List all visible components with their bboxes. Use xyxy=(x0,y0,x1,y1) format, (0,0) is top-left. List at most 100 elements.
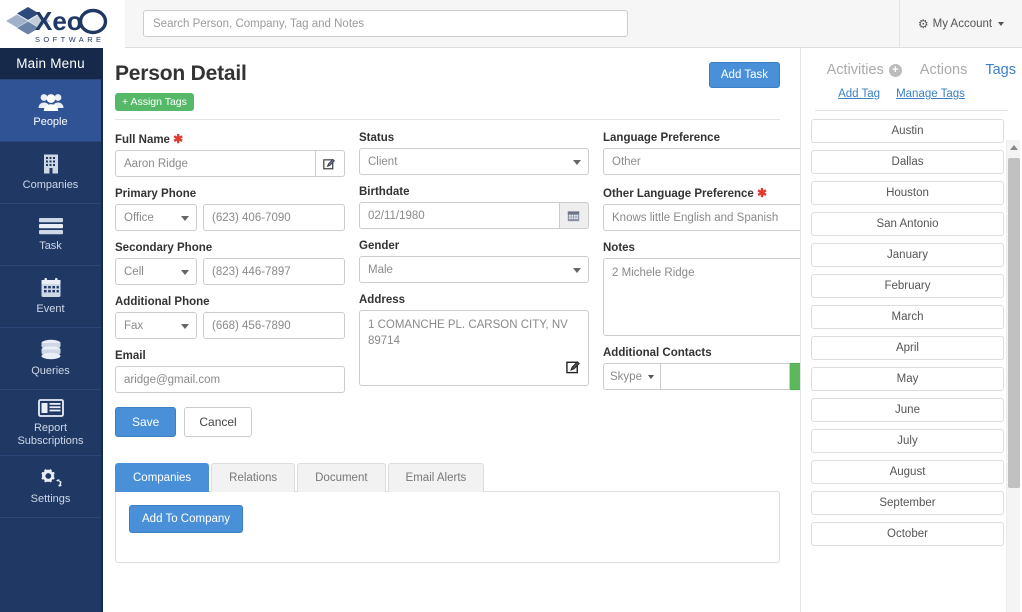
tag-item[interactable]: August xyxy=(811,460,1004,484)
primary-phone-type-select[interactable]: Office xyxy=(115,204,197,231)
notes-label: Notes xyxy=(603,242,635,254)
sidebar-item-companies[interactable]: Companies xyxy=(0,142,101,204)
sidebar-item-event[interactable]: Event xyxy=(0,266,101,328)
sidebar-item-settings[interactable]: Settings xyxy=(0,456,101,518)
add-tag-link[interactable]: Add Tag xyxy=(838,88,880,100)
tag-item[interactable]: May xyxy=(811,367,1004,391)
tag-item[interactable]: Houston xyxy=(811,181,1004,205)
tag-item[interactable]: October xyxy=(811,522,1004,546)
language-preference-select[interactable]: Other xyxy=(603,148,818,175)
scroll-up-button[interactable] xyxy=(1007,140,1021,154)
additional-phone-type-select[interactable]: Fax xyxy=(115,312,197,339)
right-panel-tabs: Activities + Actions Tags xyxy=(801,48,1022,88)
status-value: Client xyxy=(368,155,398,168)
other-language-preference-label-text: Other Language Preference xyxy=(603,188,754,200)
tab-companies[interactable]: Companies xyxy=(115,463,210,492)
scrollbar-thumb[interactable] xyxy=(1008,158,1020,488)
assign-tags-button[interactable]: + Assign Tags xyxy=(115,93,194,111)
address-edit-button[interactable] xyxy=(566,359,581,380)
primary-phone-type-value: Office xyxy=(124,211,154,224)
sidebar-item-people[interactable]: People xyxy=(0,80,101,142)
chevron-down-icon xyxy=(573,159,581,165)
birthdate-input[interactable]: 02/11/1980 xyxy=(359,202,560,229)
tag-list-scrollbar[interactable] xyxy=(1006,140,1020,612)
sidebar-item-report-subscriptions[interactable]: Report Subscriptions xyxy=(0,390,101,456)
add-to-company-button[interactable]: Add To Company xyxy=(129,505,244,533)
tab-document[interactable]: Document xyxy=(297,463,386,492)
tag-divider xyxy=(815,110,1008,111)
additional-phone-type-value: Fax xyxy=(124,319,144,332)
svg-text:SOFTWARE: SOFTWARE xyxy=(35,35,104,44)
address-textarea[interactable]: 1 COMANCHE PL. CARSON CITY, NV 89714 xyxy=(359,310,589,386)
plus-circle-icon[interactable]: + xyxy=(888,63,902,77)
my-account-label: My Account xyxy=(932,17,993,30)
gender-select[interactable]: Male xyxy=(359,256,589,283)
search-input[interactable] xyxy=(143,10,628,37)
bottom-tabs-section: Companies Relations Document Email Alert… xyxy=(115,463,780,563)
address-value: 1 COMANCHE PL. CARSON CITY, NV 89714 xyxy=(368,319,568,347)
tag-item[interactable]: March xyxy=(811,305,1004,329)
tag-item[interactable]: Austin xyxy=(811,119,1004,143)
sidebar-item-label: Queries xyxy=(31,365,70,378)
full-name-edit-button[interactable] xyxy=(315,150,345,177)
contact-value-input[interactable] xyxy=(661,363,790,390)
tag-item[interactable]: January xyxy=(811,243,1004,267)
additional-contacts-group: Skype + xyxy=(603,363,818,390)
primary-phone-group: Office (623) 406-7090 xyxy=(115,204,345,231)
page-header: Person Detail + Assign Tags Add Task xyxy=(115,62,780,111)
my-account-menu[interactable]: ⚙ My Account xyxy=(900,0,1022,48)
status-select[interactable]: Client xyxy=(359,148,589,175)
save-button[interactable]: Save xyxy=(115,407,177,437)
full-name-group: Aaron Ridge xyxy=(115,150,345,177)
contact-type-dropdown[interactable]: Skype xyxy=(603,363,661,390)
right-panel: Activities + Actions Tags Add Tag Manage… xyxy=(800,48,1022,612)
page-title: Person Detail xyxy=(115,62,247,85)
sidebar-item-label: People xyxy=(33,116,68,129)
tab-actions[interactable]: Actions xyxy=(920,62,968,78)
tab-activities[interactable]: Activities + xyxy=(827,62,902,78)
email-input[interactable]: aridge@gmail.com xyxy=(115,366,345,393)
tab-tags[interactable]: Tags xyxy=(985,62,1016,78)
cancel-button[interactable]: Cancel xyxy=(184,407,252,437)
tab-email-alerts[interactable]: Email Alerts xyxy=(387,463,485,492)
sidebar-item-queries[interactable]: Queries xyxy=(0,328,101,390)
contact-type-value: Skype xyxy=(610,370,642,383)
person-form: Full Name ✱ Aaron Ridge Primary Phone Of… xyxy=(115,132,818,437)
form-actions: Save Cancel xyxy=(115,407,345,437)
primary-phone-input[interactable]: (623) 406-7090 xyxy=(203,204,345,231)
primary-phone-label: Primary Phone xyxy=(115,188,197,200)
tag-item[interactable]: July xyxy=(811,429,1004,453)
tag-item[interactable]: Dallas xyxy=(811,150,1004,174)
tab-relations[interactable]: Relations xyxy=(211,463,296,492)
notes-textarea[interactable]: 2 Michele Ridge xyxy=(603,258,818,336)
gear-icon: ⚙ xyxy=(917,16,929,31)
tag-item[interactable]: San Antonio xyxy=(811,212,1004,236)
header-divider-rule xyxy=(115,119,780,120)
tag-item[interactable]: June xyxy=(811,398,1004,422)
additional-phone-label: Additional Phone xyxy=(115,296,210,308)
sidebar-item-label: Event xyxy=(36,303,65,316)
secondary-phone-input[interactable]: (823) 446-7897 xyxy=(203,258,345,285)
secondary-phone-type-select[interactable]: Cell xyxy=(115,258,197,285)
manage-tags-link[interactable]: Manage Tags xyxy=(896,88,965,100)
form-column-left: Full Name ✱ Aaron Ridge Primary Phone Of… xyxy=(115,132,345,437)
sidebar-item-task[interactable]: Task xyxy=(0,204,101,266)
secondary-phone-group: Cell (823) 446-7897 xyxy=(115,258,345,285)
birthdate-calendar-button[interactable] xyxy=(559,202,589,229)
sidebar: Main Menu People Companies Task Event Qu… xyxy=(0,48,103,612)
gears-icon xyxy=(40,469,62,487)
edit-pencil-icon xyxy=(323,158,336,170)
xeo-logo-icon: Xeo SOFTWARE xyxy=(6,6,108,44)
other-language-preference-input[interactable]: Knows little English and Spanish xyxy=(603,204,818,231)
tag-item[interactable]: February xyxy=(811,274,1004,298)
tag-item[interactable]: April xyxy=(811,336,1004,360)
tag-item[interactable]: September xyxy=(811,491,1004,515)
gender-label: Gender xyxy=(359,240,400,252)
add-task-button[interactable]: Add Task xyxy=(708,62,780,88)
email-label: Email xyxy=(115,350,146,362)
newspaper-icon xyxy=(37,398,64,417)
app-logo[interactable]: Xeo SOFTWARE xyxy=(0,0,125,48)
additional-phone-input[interactable]: (668) 456-7890 xyxy=(203,312,345,339)
notes-value: 2 Michele Ridge xyxy=(612,267,695,279)
full-name-input[interactable]: Aaron Ridge xyxy=(115,150,316,177)
